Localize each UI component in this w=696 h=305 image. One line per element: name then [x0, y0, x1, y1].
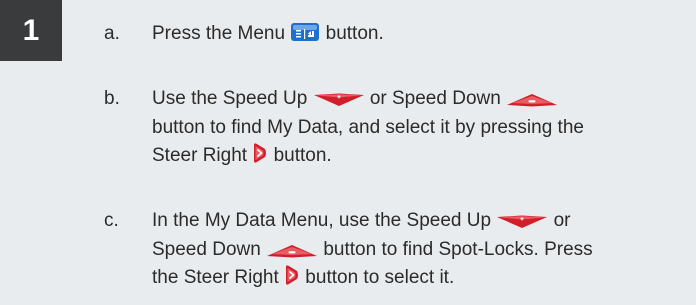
item-letter: b.: [104, 88, 120, 109]
text-segment: button.: [268, 145, 332, 166]
instruction-text: Use the Speed Up or Speed Down button to…: [152, 85, 696, 171]
menu-button-icon: [290, 22, 320, 42]
speed-down-button-icon: [506, 93, 558, 107]
text-segment: button to find Spot-Locks. Press: [318, 238, 593, 260]
text-segment: Press the Menu: [152, 23, 291, 44]
text-segment: Speed Down: [152, 238, 267, 260]
text-segment: Use the Speed Up: [152, 88, 313, 109]
step-number: 1: [22, 13, 40, 47]
text-segment: Steer Right: [152, 145, 253, 166]
instruction-line: Speed Down button to find Spot-Locks. Pr…: [152, 236, 696, 265]
instruction-line: button to find My Data, and select it by…: [152, 116, 584, 138]
speed-up-button-icon: [496, 215, 548, 229]
instruction-text: In the My Data Menu, use the Speed Up or…: [152, 207, 696, 293]
step-number-badge: 1: [0, 0, 62, 61]
steer-right-button-icon: [284, 264, 300, 286]
text-segment: or Speed Down: [364, 88, 507, 109]
text-segment: or: [548, 210, 571, 231]
text-segment: button to select it.: [300, 267, 455, 288]
instruction-line: the Steer Right button to select it.: [152, 264, 696, 293]
instruction-line: In the My Data Menu, use the Speed Up or: [152, 207, 696, 236]
steer-right-button-icon: [252, 142, 268, 164]
speed-down-button-icon: [266, 244, 318, 258]
text-segment: button.: [320, 23, 384, 44]
instruction-text: Press the Menu button.: [152, 20, 696, 49]
item-letter: c.: [104, 210, 119, 231]
speed-up-button-icon: [313, 93, 365, 107]
text-segment: the Steer Right: [152, 267, 285, 288]
item-letter: a.: [104, 23, 120, 44]
instruction-line: Steer Right button.: [152, 142, 696, 171]
text-segment: In the My Data Menu, use the Speed Up: [152, 210, 497, 231]
instruction-line: Use the Speed Up or Speed Down: [152, 85, 696, 114]
instruction-line: Press the Menu button.: [152, 20, 696, 49]
